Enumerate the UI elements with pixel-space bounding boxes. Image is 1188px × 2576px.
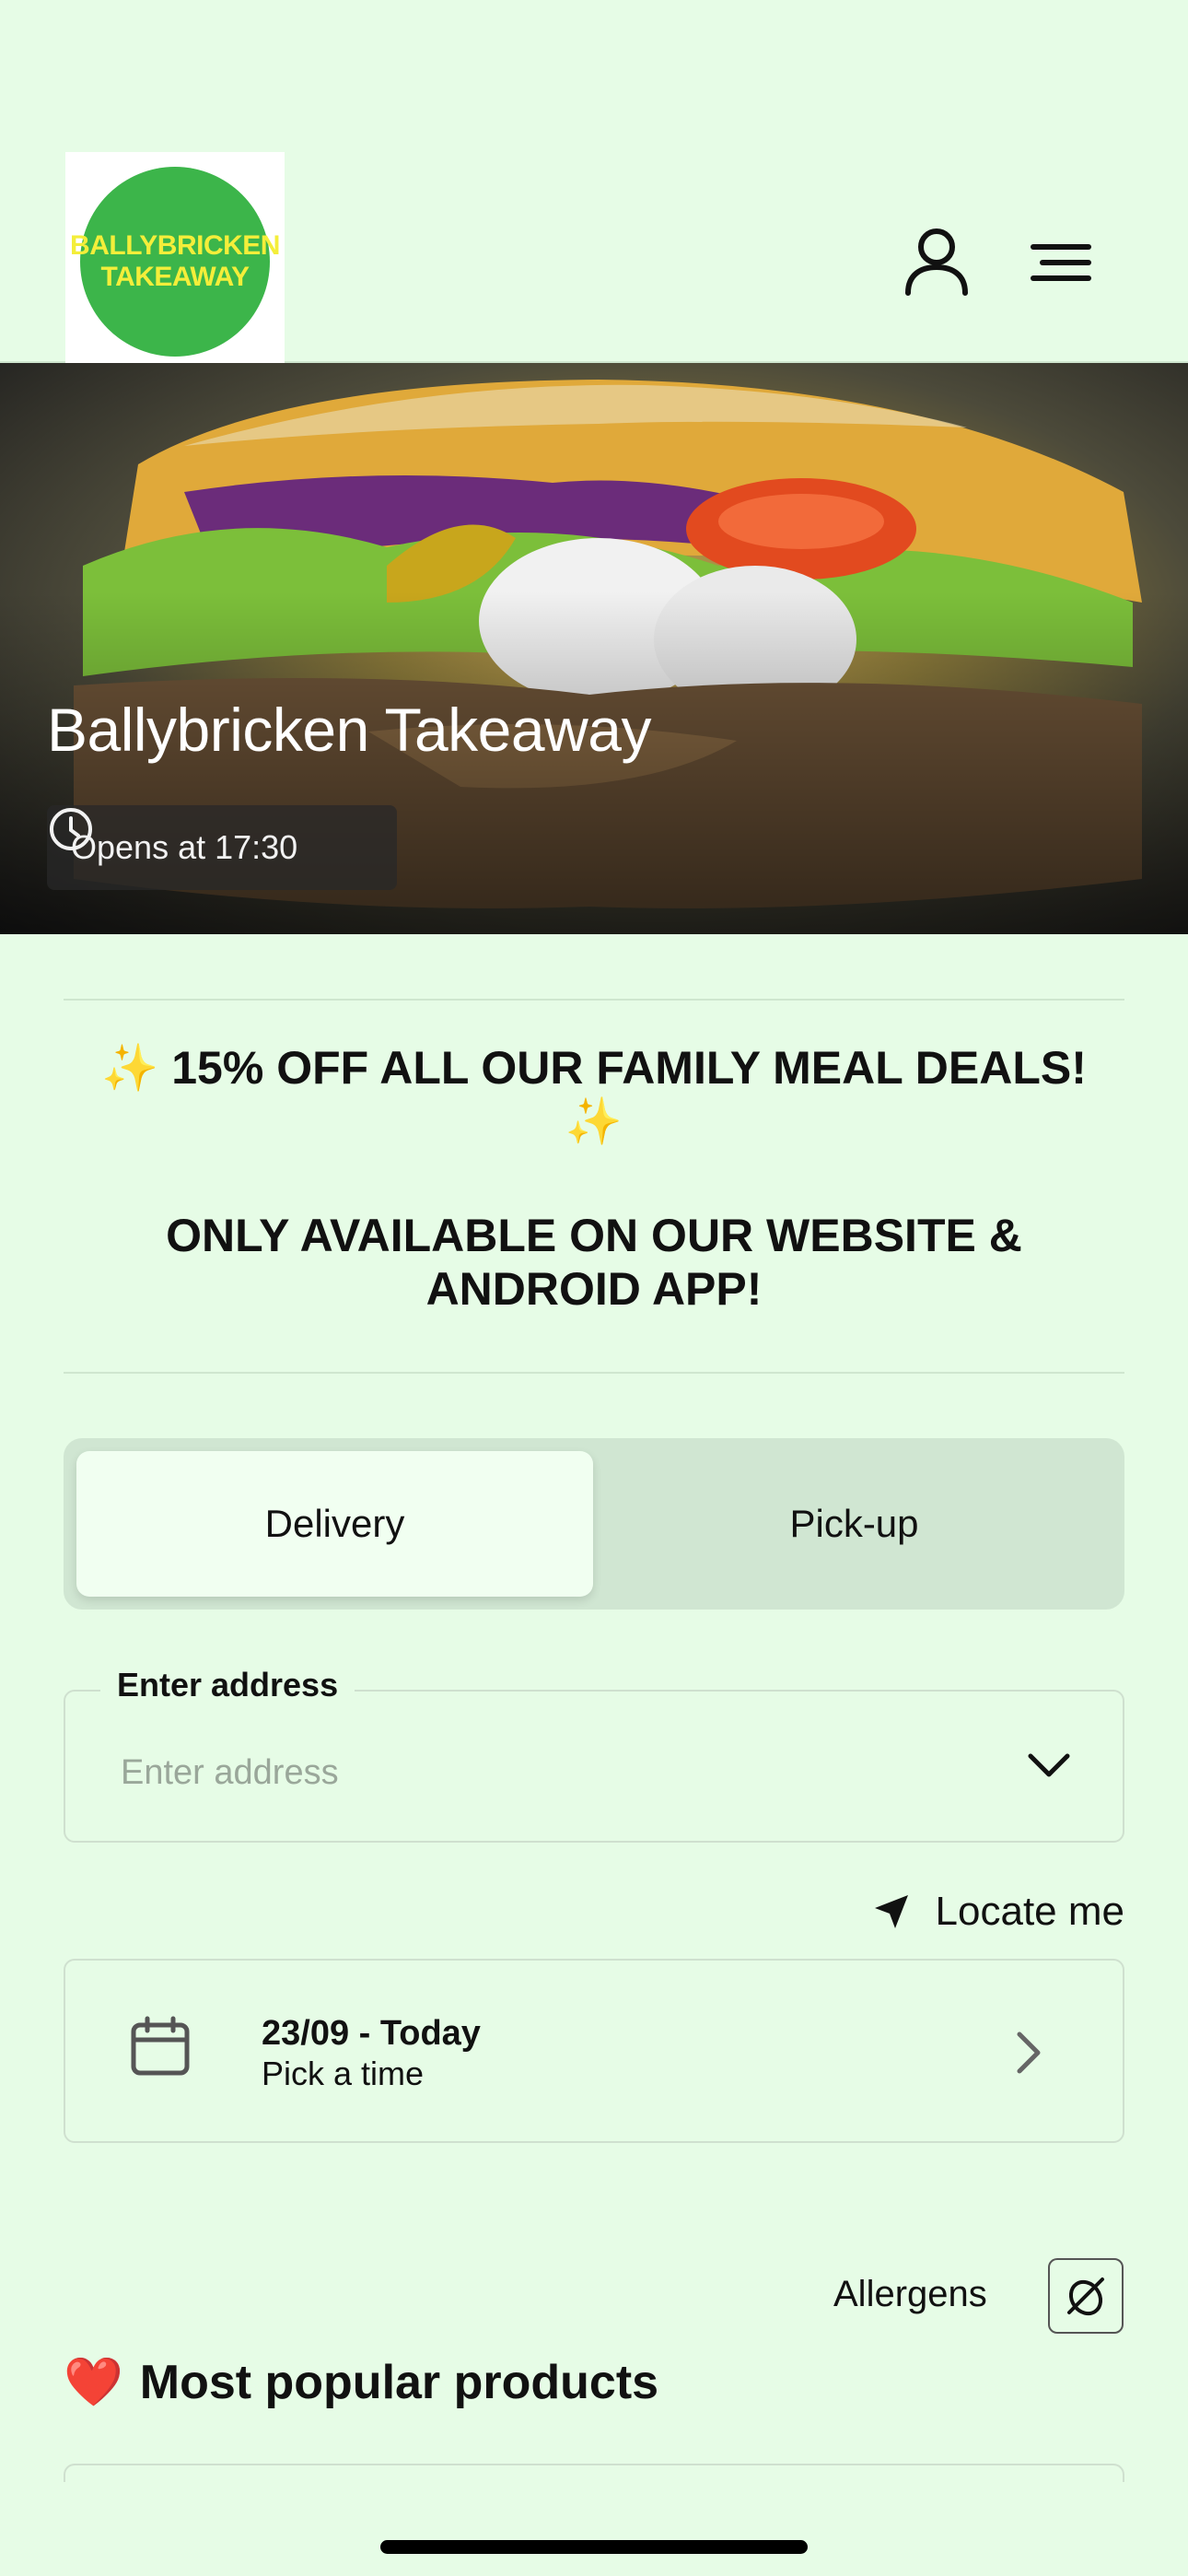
user-icon[interactable] [895,221,978,304]
allergen-icon [1067,2277,1104,2316]
chevron-right-icon [1017,2032,1041,2074]
location-arrow-icon [874,1895,908,1928]
logo-circle: BALLYBRICKEN TAKEAWAY [70,167,280,357]
allergens-label: Allergens [833,2274,987,2314]
sparkles-icon: ✨ [565,1095,623,1147]
order-type-toggle: Delivery Pick-up [64,1438,1124,1610]
opening-hours-badge: Opens at 17:30 [47,805,397,890]
pickup-option[interactable]: Pick-up [596,1451,1112,1597]
opening-hours-text: Opens at 17:30 [71,828,298,866]
heart-icon: ❤️ [64,2356,123,2409]
home-indicator[interactable] [380,2540,808,2554]
restaurant-logo[interactable]: BALLYBRICKEN TAKEAWAY [65,152,285,371]
restaurant-name: Ballybricken Takeaway [47,696,651,764]
address-field[interactable]: Enter address [64,1666,1124,1843]
bottom-safe-area [0,2482,1188,2576]
calendar-icon [131,2016,190,2076]
hero-banner: Ballybricken Takeaway Opens at 17:30 [0,363,1188,934]
promo-subline: ONLY AVAILABLE ON OUR WEBSITE & ANDROID … [166,1210,1022,1315]
schedule-picker[interactable]: 23/09 - Today Pick a time [64,1959,1124,2143]
promo-headline-text: 15% OFF ALL OUR FAMILY MEAL DEALS! [171,1042,1087,1094]
logo-text-line1: BALLYBRICKEN [70,230,280,261]
promo-headline: ✨ 15% OFF ALL OUR FAMILY MEAL DEALS! ✨ [64,1041,1124,1148]
logo-text-line2: TAKEAWAY [100,262,250,292]
hamburger-menu-icon[interactable] [1022,221,1105,304]
app-header: BALLYBRICKEN TAKEAWAY [0,0,1188,371]
promo-divider-top [64,999,1124,1001]
clock-icon [50,808,92,850]
allergens-button[interactable] [1048,2258,1124,2334]
sparkles-icon: ✨ [101,1042,172,1094]
most-popular-heading: ❤️ Most popular products [64,2354,658,2410]
address-label: Enter address [100,1666,355,1704]
address-input[interactable] [121,1745,949,1800]
most-popular-title: Most popular products [139,2355,659,2409]
chevron-down-icon[interactable] [1023,1739,1075,1791]
promo-divider-bottom [64,1372,1124,1374]
schedule-date: 23/09 - Today [262,2014,481,2053]
locate-me-label: Locate me [935,1889,1124,1934]
delivery-option[interactable]: Delivery [76,1451,593,1597]
locate-me-button[interactable]: Locate me [871,1884,1124,1939]
schedule-time-prompt: Pick a time [262,2055,425,2092]
